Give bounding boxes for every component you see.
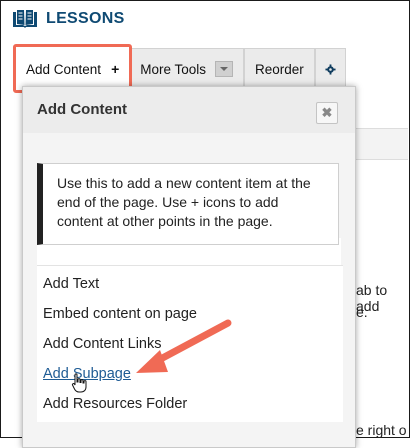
info-message: Use this to add a new content item at th… [37, 163, 339, 245]
background-text: e. [356, 304, 368, 320]
add-content-button[interactable]: Add Content + [13, 44, 133, 93]
page-header: LESSONS [12, 8, 125, 30]
panel-title: Add Content [37, 101, 127, 118]
more-tools-button[interactable]: More Tools [129, 48, 245, 90]
panel-gutter [341, 133, 355, 447]
more-tools-label: More Tools [140, 61, 207, 77]
add-content-panel: Add Content ✖ Use this to add a new cont… [22, 86, 356, 448]
gear-icon [325, 63, 336, 75]
book-icon [13, 10, 37, 28]
lesson-toolbar: Add Content + More Tools Reorder [13, 44, 410, 93]
close-icon: ✖ [321, 105, 333, 120]
panel-footer [23, 421, 355, 447]
settings-button[interactable] [314, 48, 346, 90]
add-text-link[interactable]: Add Text [43, 276, 99, 292]
page-title: LESSONS [46, 10, 125, 27]
content-options-list: Add Text Embed content on page Add Conte… [37, 265, 343, 422]
reorder-label: Reorder [255, 61, 304, 77]
chevron-down-icon[interactable] [215, 61, 234, 77]
panel-gutter [23, 133, 37, 447]
background-text: e right o [356, 422, 407, 438]
add-content-links-link[interactable]: Add Content Links [43, 336, 162, 352]
add-resources-folder-link[interactable]: Add Resources Folder [43, 396, 187, 412]
panel-header: Add Content ✖ [23, 87, 355, 134]
reorder-button[interactable]: Reorder [244, 48, 315, 90]
add-subpage-link[interactable]: Add Subpage [43, 366, 131, 382]
embed-content-link[interactable]: Embed content on page [43, 306, 197, 322]
close-button[interactable]: ✖ [316, 102, 338, 124]
